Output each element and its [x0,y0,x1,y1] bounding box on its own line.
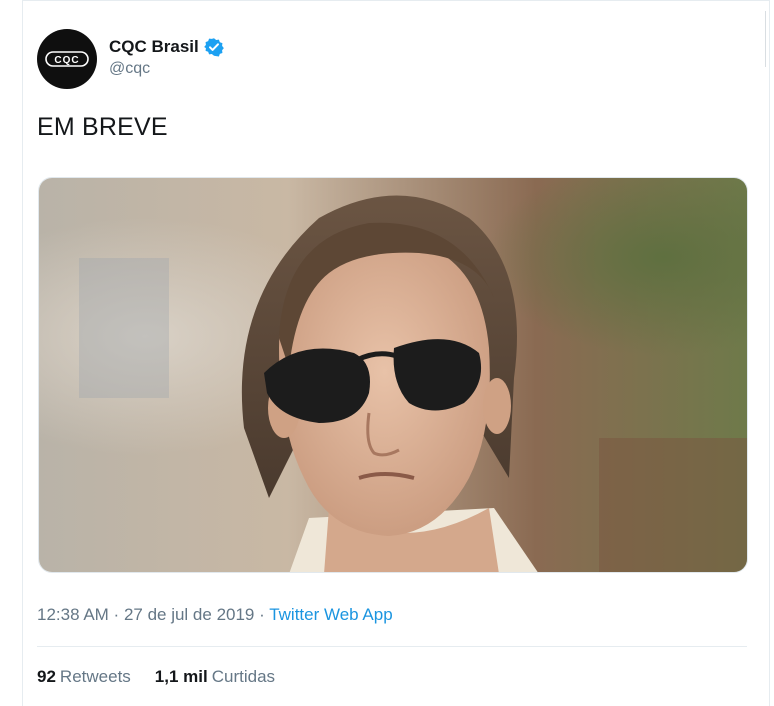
scrollbar[interactable] [765,11,766,67]
retweets-count: 92 [37,667,56,686]
tweet-time[interactable]: 12:38 AM [37,605,109,624]
likes-stat[interactable]: 1,1 mil Curtidas [155,667,275,687]
verified-badge-icon [203,38,224,57]
display-name[interactable]: CQC Brasil [109,37,199,57]
avatar[interactable]: CQC [37,29,97,89]
retweets-stat[interactable]: 92 Retweets [37,667,131,687]
svg-text:CQC: CQC [54,55,79,66]
name-row: CQC Brasil [109,37,224,57]
retweets-label: Retweets [59,667,131,686]
tweet-card: CQC CQC Brasil @cqc EM BREVE 12:38 AM · … [22,0,770,706]
tweet-header: CQC CQC Brasil @cqc [37,29,537,91]
meta-separator: · [254,605,270,624]
tweet-text: EM BREVE [37,113,168,141]
tweet-meta: 12:38 AM · 27 de jul de 2019 · Twitter W… [37,605,393,625]
tweet-stats: 92 Retweets 1,1 mil Curtidas [37,667,275,687]
tweet-photo[interactable] [38,177,748,573]
meta-separator: · [108,605,124,624]
photo-icon [39,178,747,572]
divider [37,646,747,647]
author-names: CQC Brasil @cqc [109,37,224,78]
handle[interactable]: @cqc [109,60,224,78]
cqc-logo-icon: CQC [45,51,89,67]
likes-label: Curtidas [211,667,276,686]
tweet-date[interactable]: 27 de jul de 2019 [124,605,254,624]
tweet-source-link[interactable]: Twitter Web App [269,605,392,624]
likes-count: 1,1 mil [154,667,208,686]
